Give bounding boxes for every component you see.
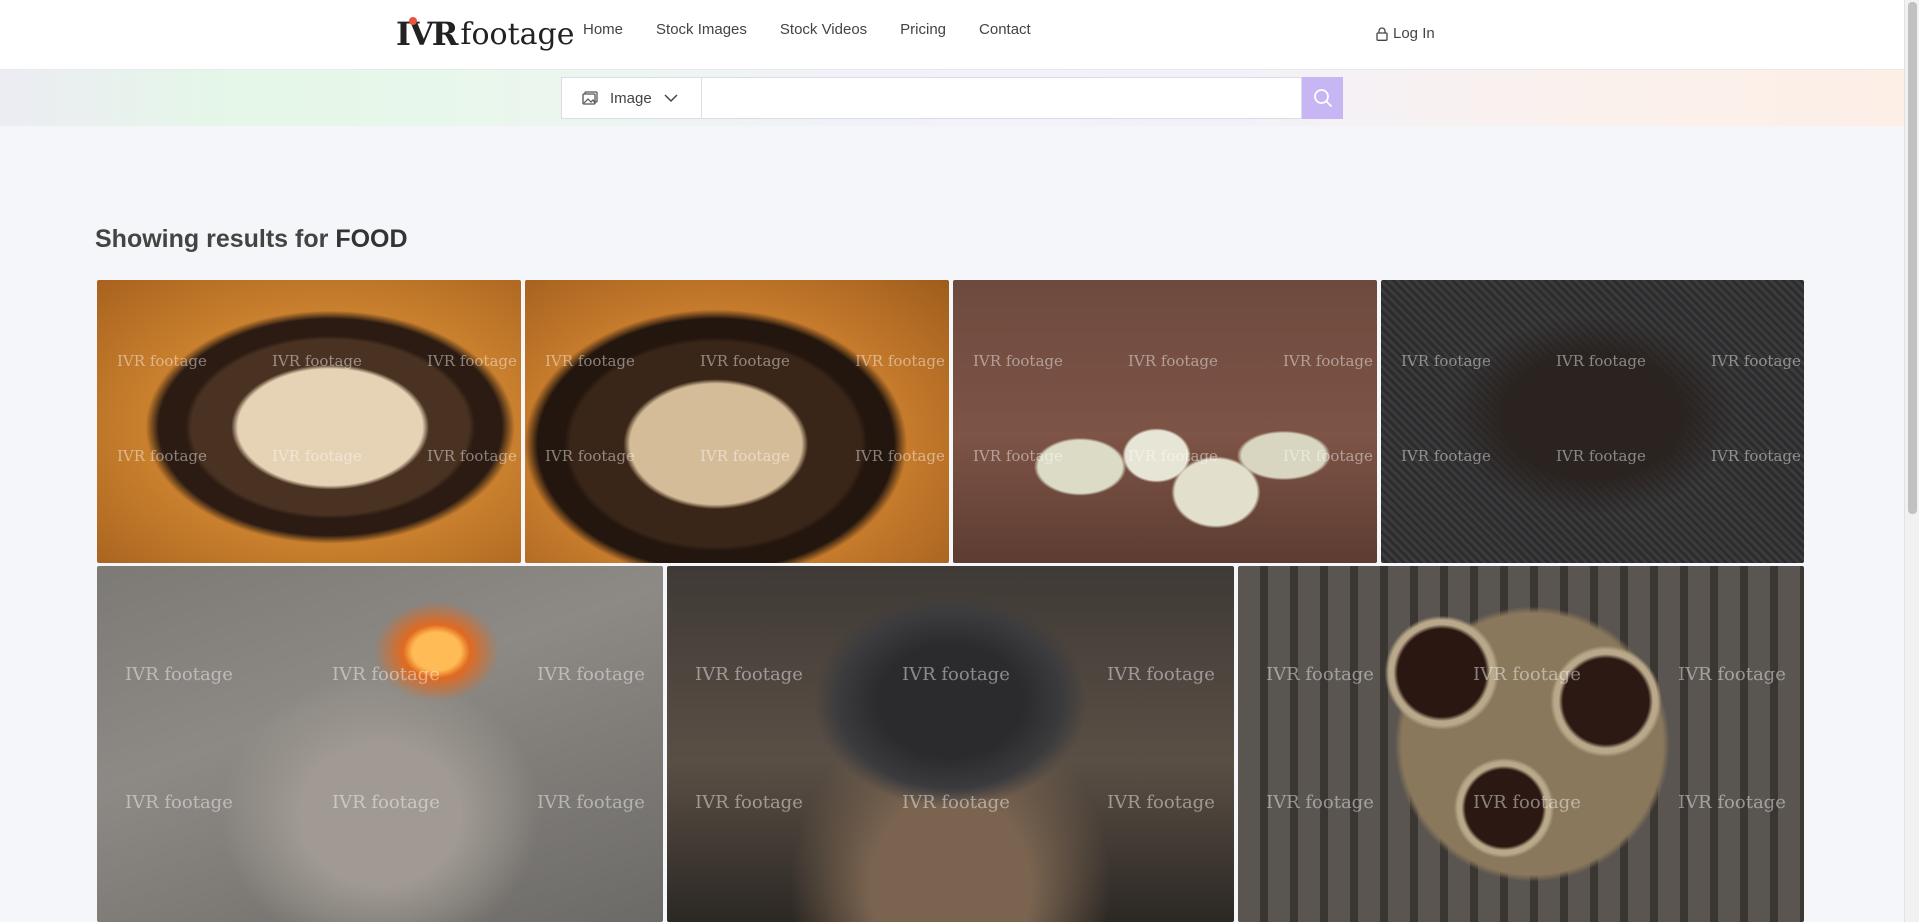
logo-mark-text: IVR bbox=[396, 15, 458, 53]
watermark: IVR footage bbox=[1678, 664, 1786, 685]
top-navigation-bar: IVR footage Home Stock Images Stock Vide… bbox=[0, 0, 1904, 70]
watermark: IVR footage bbox=[902, 664, 1010, 685]
results-query: FOOD bbox=[335, 225, 408, 253]
nav-contact[interactable]: Contact bbox=[979, 21, 1031, 38]
results-prefix: Showing results for bbox=[95, 225, 329, 253]
logo[interactable]: IVR footage bbox=[396, 10, 575, 50]
result-image[interactable]: IVR footage IVR footage IVR footage IVR … bbox=[97, 566, 663, 922]
watermark: IVR footage bbox=[537, 792, 645, 813]
nav-home[interactable]: Home bbox=[583, 21, 623, 38]
nav-pricing[interactable]: Pricing bbox=[900, 21, 946, 38]
results-heading: Showing results for FOOD bbox=[95, 225, 408, 254]
main-nav: Home Stock Images Stock Videos Pricing C… bbox=[583, 21, 1064, 38]
watermark: IVR footage bbox=[537, 664, 645, 685]
watermark: IVR footage bbox=[1107, 792, 1215, 813]
watermark: IVR footage bbox=[1266, 792, 1374, 813]
watermark: IVR footage bbox=[695, 792, 803, 813]
watermark: IVR footage bbox=[545, 447, 635, 465]
watermark: IVR footage bbox=[855, 447, 945, 465]
watermark: IVR footage bbox=[973, 352, 1063, 370]
watermark: IVR footage bbox=[1401, 447, 1491, 465]
watermark: IVR footage bbox=[1266, 664, 1374, 685]
media-type-label: Image bbox=[610, 89, 652, 107]
logo-word: footage bbox=[460, 17, 575, 52]
result-image[interactable]: IVR footage IVR footage IVR footage IVR … bbox=[1381, 280, 1804, 563]
login-label: Log In bbox=[1393, 25, 1435, 42]
result-image[interactable]: IVR footage IVR footage IVR footage IVR … bbox=[953, 280, 1377, 563]
result-image[interactable]: IVR footage IVR footage IVR footage IVR … bbox=[1238, 566, 1804, 922]
watermark: IVR footage bbox=[700, 352, 790, 370]
watermark: IVR footage bbox=[125, 664, 233, 685]
watermark: IVR footage bbox=[545, 352, 635, 370]
result-image[interactable]: IVR footage IVR footage IVR footage IVR … bbox=[525, 280, 949, 563]
watermark: IVR footage bbox=[1401, 352, 1491, 370]
watermark: IVR footage bbox=[125, 792, 233, 813]
nav-stock-videos[interactable]: Stock Videos bbox=[780, 21, 867, 38]
watermark: IVR footage bbox=[1473, 664, 1581, 685]
watermark: IVR footage bbox=[1711, 352, 1801, 370]
image-icon bbox=[582, 91, 598, 105]
search-icon bbox=[1313, 89, 1332, 107]
watermark: IVR footage bbox=[117, 447, 207, 465]
watermark: IVR footage bbox=[332, 792, 440, 813]
logo-dot-icon bbox=[409, 17, 417, 25]
watermark: IVR footage bbox=[272, 447, 362, 465]
search-bar: Image bbox=[561, 77, 1343, 119]
watermark: IVR footage bbox=[427, 352, 517, 370]
watermark: IVR footage bbox=[117, 352, 207, 370]
watermark: IVR footage bbox=[427, 447, 517, 465]
page-scrollbar[interactable] bbox=[1904, 0, 1919, 922]
watermark: IVR footage bbox=[1711, 447, 1801, 465]
watermark: IVR footage bbox=[332, 664, 440, 685]
logo-mark: IVR bbox=[396, 15, 458, 53]
watermark: IVR footage bbox=[1678, 792, 1786, 813]
chevron-down-icon bbox=[664, 93, 678, 102]
watermark: IVR footage bbox=[1283, 447, 1373, 465]
login-button[interactable]: Log In bbox=[1376, 25, 1435, 42]
watermark: IVR footage bbox=[695, 664, 803, 685]
watermark: IVR footage bbox=[700, 447, 790, 465]
search-button[interactable] bbox=[1302, 77, 1343, 119]
watermark: IVR footage bbox=[1107, 664, 1215, 685]
nav-stock-images[interactable]: Stock Images bbox=[656, 21, 747, 38]
search-input[interactable] bbox=[701, 77, 1302, 119]
media-type-dropdown[interactable]: Image bbox=[561, 77, 701, 119]
watermark: IVR footage bbox=[272, 352, 362, 370]
scrollbar-thumb[interactable] bbox=[1908, 2, 1917, 514]
watermark: IVR footage bbox=[973, 447, 1063, 465]
watermark: IVR footage bbox=[1556, 447, 1646, 465]
result-image[interactable]: IVR footage IVR footage IVR footage IVR … bbox=[667, 566, 1234, 922]
result-image[interactable]: IVR footage IVR footage IVR footage IVR … bbox=[97, 280, 521, 563]
watermark: IVR footage bbox=[1128, 447, 1218, 465]
watermark: IVR footage bbox=[1283, 352, 1373, 370]
watermark: IVR footage bbox=[855, 352, 945, 370]
watermark: IVR footage bbox=[902, 792, 1010, 813]
lock-icon bbox=[1376, 26, 1388, 41]
watermark: IVR footage bbox=[1473, 792, 1581, 813]
search-band: Image bbox=[0, 70, 1904, 126]
watermark: IVR footage bbox=[1128, 352, 1218, 370]
watermark: IVR footage bbox=[1556, 352, 1646, 370]
